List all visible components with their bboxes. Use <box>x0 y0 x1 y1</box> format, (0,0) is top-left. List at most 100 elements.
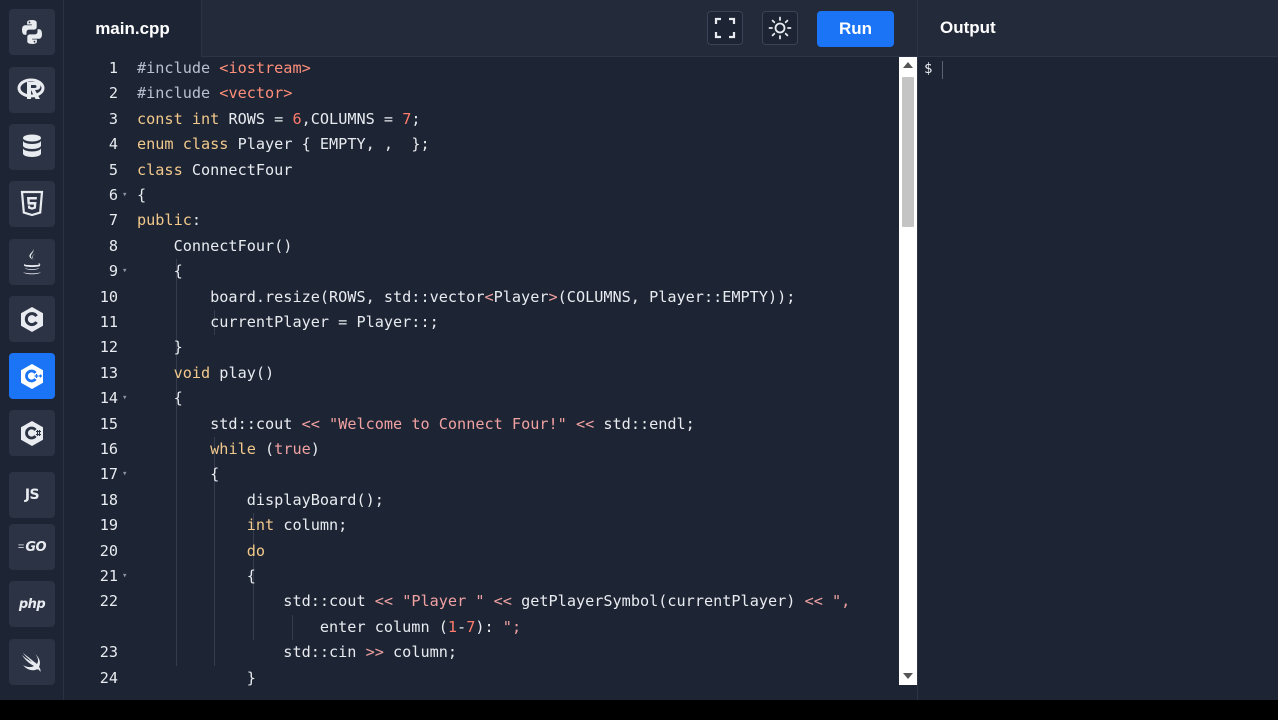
scroll-down-arrow-icon[interactable] <box>903 673 913 679</box>
csharp-language-button[interactable] <box>9 410 55 456</box>
language-sidebar: JS = GO php <box>0 0 64 700</box>
line-number: 21 <box>99 567 118 585</box>
code-line[interactable]: 3 const int ROWS = 6,COLUMNS = 7; <box>64 107 899 132</box>
code-text: } <box>137 668 256 687</box>
code-line[interactable]: 23 std::cin >> column; <box>64 640 899 665</box>
r-icon <box>17 78 45 99</box>
code-line[interactable]: 6 ▾ { <box>64 183 899 208</box>
java-language-button[interactable] <box>9 239 55 285</box>
cpp-language-button[interactable] <box>9 353 55 399</box>
c-icon <box>21 307 43 332</box>
code-line[interactable]: 17 ▾ { <box>64 462 899 487</box>
code-line[interactable]: 16 while (true) <box>64 437 899 462</box>
theme-toggle-button[interactable] <box>762 11 798 45</box>
code-line[interactable]: 11 currentPlayer = Player::; <box>64 310 899 335</box>
html-language-button[interactable] <box>9 181 55 227</box>
fullscreen-icon <box>714 17 736 39</box>
line-number: 6 <box>108 186 118 204</box>
code-text: { <box>137 465 220 484</box>
editor-header: main.cpp Run <box>64 0 917 57</box>
javascript-language-button[interactable]: JS <box>9 472 55 518</box>
database-icon <box>23 134 41 157</box>
code-line[interactable]: 21 ▾ { <box>64 564 899 589</box>
html5-icon <box>20 190 44 217</box>
csharp-icon <box>21 421 43 446</box>
code-text: const int ROWS = 6,COLUMNS = 7; <box>137 109 421 128</box>
line-number: 12 <box>99 338 118 357</box>
line-number: 19 <box>99 516 118 535</box>
code-line[interactable]: 13 void play() <box>64 361 899 386</box>
code-text: void play() <box>173 363 275 382</box>
code-text: #include <iostream> <box>137 59 311 77</box>
code-line[interactable]: 24 } <box>64 666 899 691</box>
scroll-up-arrow-icon[interactable] <box>903 62 913 68</box>
editor-scrollbar[interactable] <box>899 57 917 685</box>
sql-language-button[interactable] <box>9 124 55 170</box>
line-number: 5 <box>108 160 118 179</box>
line-number: 16 <box>99 440 118 458</box>
code-line[interactable]: 15 std::cout << "Welcome to Connect Four… <box>64 412 899 437</box>
code-line[interactable]: 4 enum class Player { EMPTY, , }; <box>64 132 899 157</box>
code-text: currentPlayer = Player::; <box>137 313 439 331</box>
code-text: while (true) <box>210 440 320 458</box>
scrollbar-corner <box>899 685 917 700</box>
bottom-letterbox <box>0 700 1278 720</box>
code-text: { <box>137 389 183 408</box>
console-cursor <box>942 61 943 79</box>
code-text: std::cin >> column; <box>137 643 458 662</box>
code-line[interactable]: 20 do <box>64 539 899 564</box>
line-number: 3 <box>108 109 118 128</box>
line-number: 13 <box>99 363 118 382</box>
fullscreen-button[interactable] <box>707 11 743 45</box>
line-number: 20 <box>99 541 118 560</box>
line-number: 15 <box>99 414 118 433</box>
code-line[interactable]: 19 int column; <box>64 513 899 538</box>
fold-arrow-icon[interactable]: ▾ <box>122 386 127 411</box>
swift-language-button[interactable] <box>9 639 55 685</box>
fold-arrow-icon[interactable]: ▾ <box>122 259 127 284</box>
code-text: #include <vector> <box>137 84 293 103</box>
fold-arrow-icon[interactable]: ▾ <box>122 462 127 487</box>
code-editor[interactable]: 1 #include <iostream> 2 #include <vector> 3 c… <box>64 57 899 700</box>
fold-arrow-icon[interactable]: ▾ <box>122 564 127 589</box>
output-console[interactable]: $ <box>917 57 1278 700</box>
go-language-button[interactable]: = GO <box>9 524 55 570</box>
file-tab-main-cpp[interactable]: main.cpp <box>64 0 202 57</box>
code-line[interactable]: 14 ▾ { <box>64 386 899 411</box>
code-text: { <box>137 186 147 204</box>
c-language-button[interactable] <box>9 296 55 342</box>
sun-icon <box>768 16 792 40</box>
swift-icon <box>22 653 41 672</box>
php-language-button[interactable]: php <box>9 581 55 627</box>
code-line[interactable]: 9 ▾ { <box>64 259 899 284</box>
code-line[interactable]: 10 board.resize(ROWS, std::vector<Player… <box>64 285 899 310</box>
code-text: std::cout << "Player " << getPlayerSymbo… <box>137 592 851 611</box>
code-line[interactable]: 12 } <box>64 335 899 360</box>
code-line[interactable]: 1 #include <iostream> <box>64 57 899 81</box>
r-language-button[interactable] <box>9 67 55 113</box>
python-icon <box>22 20 42 44</box>
python-language-button[interactable] <box>9 9 55 55</box>
line-number: 22 <box>99 592 118 611</box>
code-line[interactable]: 7 public: <box>64 208 899 233</box>
run-button[interactable]: Run <box>817 11 894 47</box>
code-line[interactable]: 22 std::cout << "Player " << getPlayerSy… <box>64 589 899 614</box>
line-number: 14 <box>99 389 118 408</box>
code-line[interactable]: 2 #include <vector> <box>64 81 899 106</box>
output-title: Output <box>940 18 996 37</box>
fold-arrow-icon[interactable]: ▾ <box>122 183 127 208</box>
code-line[interactable]: 18 displayBoard(); <box>64 488 899 513</box>
code-text: board.resize(ROWS, std::vector<Player>(C… <box>137 287 796 306</box>
code-line[interactable]: enter column (1-7): "; <box>64 615 899 640</box>
code-text: enter column (1-7): "; <box>137 617 522 636</box>
code-line[interactable]: 8 ConnectFour() <box>64 234 899 259</box>
scrollbar-thumb[interactable] <box>902 77 914 227</box>
code-line[interactable]: 5 class ConnectFour <box>64 158 899 183</box>
line-number: 17 <box>99 465 118 484</box>
php-label: php <box>18 596 46 612</box>
java-icon <box>23 249 41 275</box>
console-prompt: $ <box>924 61 933 77</box>
code-text: do <box>246 541 266 560</box>
code-text: public: <box>137 211 202 230</box>
go-label: GO <box>25 539 47 555</box>
